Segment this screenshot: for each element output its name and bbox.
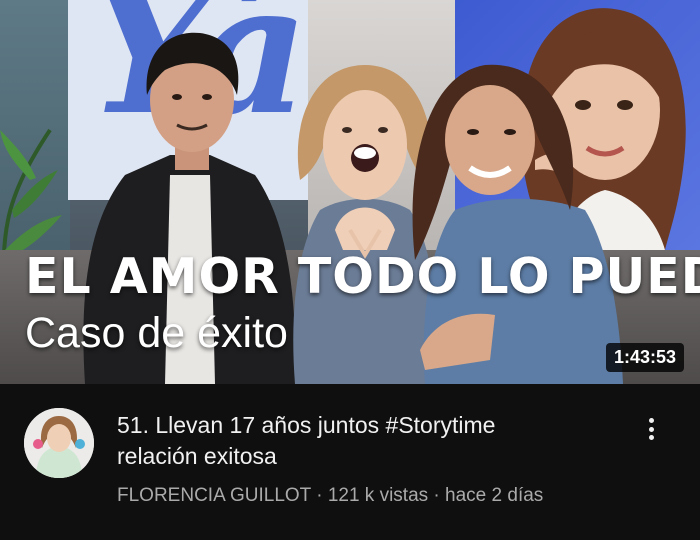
upload-age: hace 2 días [445,485,544,506]
thumbnail-subtitle: Caso de éxito [25,309,288,357]
separator: · [310,485,328,506]
channel-avatar[interactable] [24,408,94,478]
video-title-line1: 51. Llevan 17 años juntos #Storytime [117,412,496,438]
view-count: 121 k vistas [327,485,429,506]
video-byline: FLORENCIA GUILLOT · 121 k vistas · hace … [117,481,617,510]
thumbnail-title: EL AMOR TODO LO PUEDE [25,248,700,305]
duration-badge: 1:43:53 [605,343,684,372]
separator: · [428,485,446,506]
channel-name[interactable]: FLORENCIA GUILLOT [117,485,311,506]
more-vert-icon[interactable] [636,414,666,444]
video-title[interactable]: 51. Llevan 17 años juntos #Storytime rel… [117,410,617,472]
video-title-line2: relación exitosa [117,443,277,469]
video-thumbnail[interactable]: Yá [0,0,700,384]
person-woman-right [412,64,623,384]
avatar-image [24,408,94,478]
